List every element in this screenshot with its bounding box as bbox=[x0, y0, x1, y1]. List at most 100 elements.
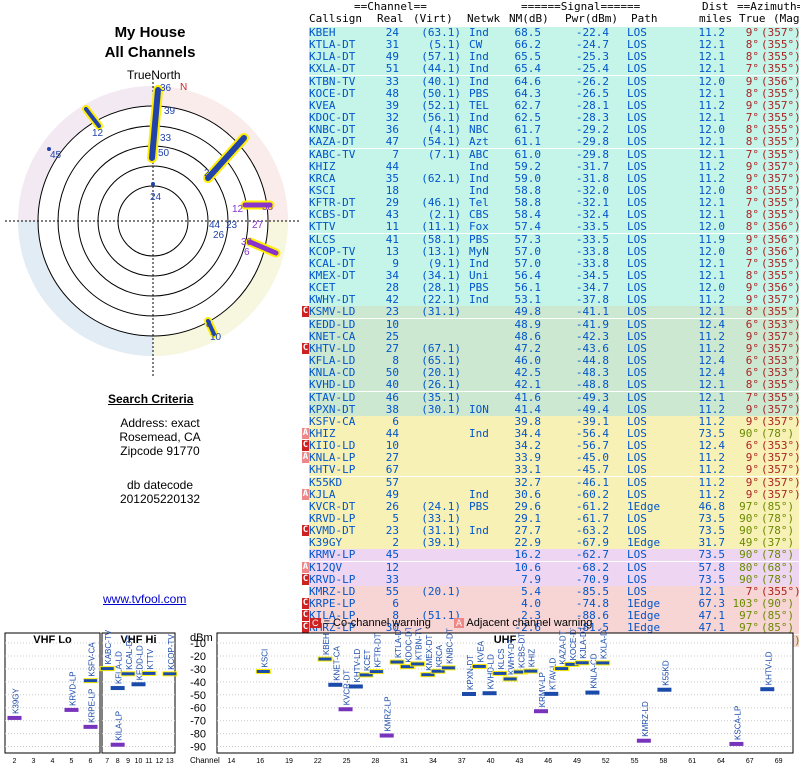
signal-label: KHIZ bbox=[528, 649, 537, 667]
cell-d: 11.2 bbox=[698, 487, 726, 501]
cell-p: -70.9 bbox=[575, 572, 609, 586]
signal-marker bbox=[255, 668, 271, 674]
cell-v: (54.1) bbox=[421, 135, 461, 149]
svg-text:23: 23 bbox=[226, 220, 238, 231]
svg-text:33: 33 bbox=[160, 133, 172, 144]
cell-p: -33.8 bbox=[575, 244, 609, 258]
cell-v: (20.1) bbox=[421, 584, 461, 598]
signal-label: KPXN-DT bbox=[466, 655, 475, 690]
table-row: KAZA-DT 47 (54.1) Azt 61.1 -29.8 LOS 12.1 8° (355… bbox=[309, 135, 800, 149]
left-panel: My House All Channels TrueNorth 36 39 33… bbox=[0, 0, 300, 620]
cell-t: 8° bbox=[745, 86, 759, 100]
signal-label: KTAV-LD bbox=[548, 657, 557, 689]
cell-c: KABC-TV bbox=[309, 147, 356, 161]
y-tick-label: -70 bbox=[190, 716, 206, 728]
cell-c: KHTV-LP bbox=[309, 463, 356, 477]
signal-marker bbox=[760, 687, 775, 692]
cell-t: 8° bbox=[745, 220, 759, 234]
signal-label: KOCE-DT bbox=[569, 628, 578, 660]
adjacent-channel-warning-icon: A bbox=[302, 427, 309, 439]
cell-path: LOS bbox=[627, 232, 647, 246]
y-tick-label: -40 bbox=[190, 677, 206, 689]
cell-c: K12QV bbox=[309, 560, 343, 574]
x-tick-label: 6 bbox=[89, 758, 93, 765]
table-row: A KNLA-LP 27 33.9 -45.0 LOS 11.2 9° (357°) bbox=[302, 452, 800, 465]
cell-d: 11.2 bbox=[698, 475, 726, 489]
cell-r: 67 bbox=[385, 463, 399, 477]
cell-path: LOS bbox=[627, 463, 647, 477]
signal-marker bbox=[83, 724, 98, 729]
x-tick-label: 61 bbox=[688, 758, 696, 765]
x-tick-label: 4 bbox=[51, 758, 55, 765]
cell-path: LOS bbox=[627, 317, 647, 331]
cell-t: 7° bbox=[745, 147, 759, 161]
x-tick-label: 69 bbox=[775, 758, 783, 765]
cell-d: 11.2 bbox=[698, 159, 726, 173]
cell-d: 12.1 bbox=[698, 390, 726, 404]
svg-text:39: 39 bbox=[164, 106, 176, 117]
cell-t: 90° bbox=[739, 548, 759, 562]
cell-n: Ind bbox=[469, 171, 489, 185]
cell-p: -62.7 bbox=[575, 548, 609, 562]
x-tick-label: 16 bbox=[256, 758, 264, 765]
signal-label: KNET-CA bbox=[332, 645, 341, 680]
signal-label: KWHY-DT bbox=[507, 638, 516, 675]
cell-r: 38 bbox=[385, 402, 399, 416]
cell-path: LOS bbox=[627, 414, 647, 428]
x-tick-label: 64 bbox=[717, 758, 725, 765]
cell-nm: 61.0 bbox=[514, 147, 542, 161]
cell-d: 12.1 bbox=[698, 62, 726, 76]
signal-marker bbox=[657, 687, 672, 692]
signal-label: KABC-TV bbox=[104, 629, 113, 664]
table-row: A K12QV 12 10.6 -68.2 LOS 57.8 80° (68°) bbox=[302, 560, 799, 574]
signal-label: KJLA-DT bbox=[579, 628, 588, 659]
cell-m: (355°) bbox=[761, 135, 800, 149]
cell-v: (35.1) bbox=[421, 390, 461, 404]
cell-v: (44.1) bbox=[421, 62, 461, 76]
signal-marker bbox=[410, 661, 426, 667]
table-row: KWHY-DT 42 (22.1) Ind 53.1 -37.8 LOS 11.2 9° (357… bbox=[309, 294, 800, 307]
signal-marker bbox=[729, 741, 744, 746]
cell-r: 10 bbox=[385, 317, 399, 331]
cell-path: LOS bbox=[627, 74, 647, 88]
y-tick-label: -50 bbox=[190, 690, 206, 702]
svg-text:8: 8 bbox=[206, 319, 212, 330]
signal-label: KRPE-LP bbox=[88, 689, 97, 723]
signal-marker bbox=[368, 669, 384, 675]
cell-r: 40 bbox=[385, 378, 399, 392]
cell-n: Ind bbox=[469, 524, 489, 538]
cell-v: (40.1) bbox=[421, 74, 461, 88]
cell-path: LOS bbox=[627, 378, 647, 392]
svg-text:6: 6 bbox=[244, 247, 250, 258]
cell-d: 11.2 bbox=[698, 329, 726, 343]
tvfool-link[interactable]: www.tvfool.com bbox=[103, 592, 186, 606]
signal-label: KMRZ-LD bbox=[641, 701, 650, 737]
table-row: KJLA-DT 49 (57.1) Ind 65.5 -25.3 LOS 12.1 8° (355… bbox=[309, 51, 800, 64]
table-row: C KRPE-LP 6 4.0 -74.8 1Edge 67.3 103° (90°) bbox=[302, 598, 799, 611]
signal-marker bbox=[389, 659, 405, 665]
cell-r: 57 bbox=[385, 475, 399, 489]
cell-c: KNET-CA bbox=[309, 329, 356, 343]
page-subtitle: All Channels bbox=[104, 44, 196, 61]
x-tick-label: 5 bbox=[70, 758, 74, 765]
cell-n: ABC bbox=[469, 147, 489, 161]
cell-r: 49 bbox=[385, 487, 399, 501]
panel-title: VHF Lo bbox=[33, 634, 72, 646]
cell-m: (353°) bbox=[761, 317, 800, 331]
cell-p: -68.2 bbox=[575, 560, 609, 574]
cell-d: 12.4 bbox=[698, 317, 726, 331]
table-row: C KRVD-LP 33 7.9 -70.9 LOS 73.5 90° (78°) bbox=[302, 572, 799, 586]
x-tick-label: 40 bbox=[487, 758, 495, 765]
x-tick-label: 52 bbox=[602, 758, 610, 765]
cell-p: -29.8 bbox=[575, 135, 609, 149]
city-line: Rosemead, CA bbox=[119, 430, 201, 444]
col-pwr: Pwr(dBm) bbox=[565, 12, 618, 25]
cell-nm: 64.6 bbox=[514, 74, 542, 88]
cell-c: KRVD-LP bbox=[309, 572, 356, 586]
table-row: KNBC-DT 36 (4.1) NBC 61.7 -29.2 LOS 12.0 8° (355°… bbox=[309, 124, 800, 137]
table-row: KMRZ-LD 55 (20.1) 5.4 -85.5 LOS 12.1 7° (355°) bbox=[309, 584, 800, 598]
cell-r: 48 bbox=[385, 86, 399, 100]
cell-m: (357°) bbox=[761, 402, 800, 416]
cell-r: 11 bbox=[385, 220, 399, 234]
cell-d: 12.0 bbox=[698, 74, 726, 88]
